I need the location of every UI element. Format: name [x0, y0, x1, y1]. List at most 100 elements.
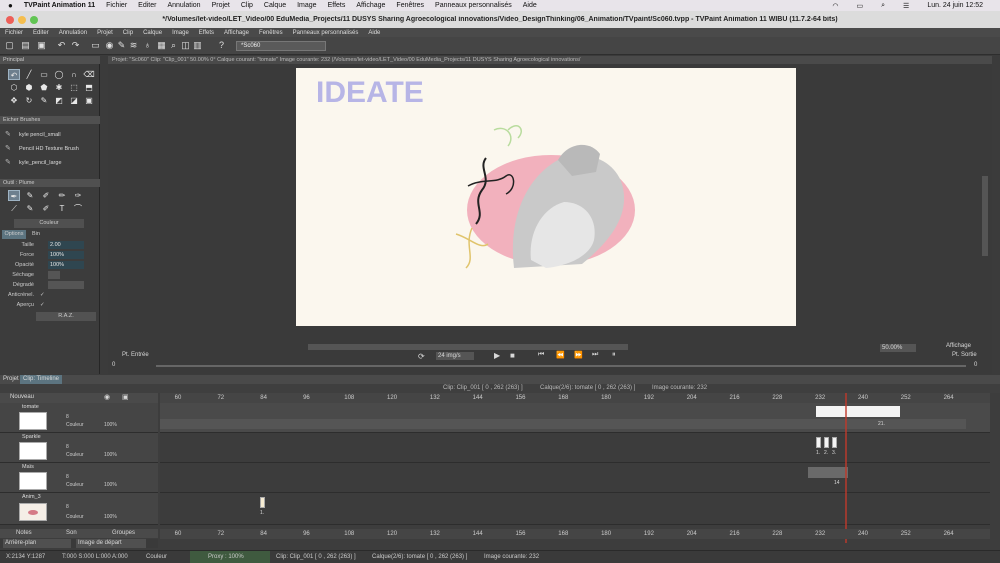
save-file-icon[interactable]: ▣: [36, 39, 47, 51]
frame-ruler-top[interactable]: 60 72 84 96 108 120 132 144 156 168 180 192 204 216 22…: [160, 393, 990, 403]
fill-tool-icon[interactable]: ◩: [53, 95, 65, 106]
app-menu-item[interactable]: Fenêtres: [259, 30, 283, 36]
mac-menu-item[interactable]: Panneaux personnalisés: [435, 2, 512, 9]
transform-tool-icon[interactable]: ⬒: [83, 82, 95, 93]
marker-tool-icon[interactable]: ✐: [40, 190, 52, 201]
zoom-field[interactable]: 50.00%: [880, 344, 916, 352]
brush-tool-icon[interactable]: ✑: [72, 190, 84, 201]
preview-check-icon[interactable]: ✓: [40, 301, 45, 310]
gradient-field[interactable]: [48, 281, 84, 289]
clock[interactable]: Lun. 24 juin 12:52: [927, 2, 983, 9]
text-frame-icon[interactable]: ▣: [83, 95, 95, 106]
layer-row[interactable]: Anim_3 8 Couleur 100%: [0, 493, 158, 525]
play-icon[interactable]: ▶: [494, 351, 500, 360]
shape-tool-icon[interactable]: ⬢: [23, 82, 35, 93]
mac-menu-item[interactable]: Image: [297, 2, 316, 9]
app-menu-item[interactable]: Affichage: [224, 30, 249, 36]
start-image-dropdown[interactable]: Image de départ: [76, 539, 146, 548]
polygon-tool-icon[interactable]: ⬟: [38, 82, 50, 93]
out-point-label[interactable]: Pt. Sortie: [952, 352, 977, 358]
app-menu-item[interactable]: Annulation: [59, 30, 87, 36]
sound-tab[interactable]: Son: [66, 529, 77, 538]
cube-tool-icon[interactable]: ⬡: [8, 82, 20, 93]
display-menu[interactable]: Affichage: [946, 343, 971, 349]
app-menu-item[interactable]: Image: [172, 30, 189, 36]
loop-icon[interactable]: ⟳: [418, 352, 425, 361]
star-tool-icon[interactable]: ✱: [53, 82, 65, 93]
notes-tab[interactable]: Notes: [16, 529, 32, 538]
help-icon[interactable]: ?: [216, 39, 227, 51]
mac-menu-item[interactable]: Calque: [264, 2, 286, 9]
dropper-tool-icon[interactable]: ✎: [38, 95, 50, 106]
app-menu-item[interactable]: Editer: [33, 30, 49, 36]
opacity-field[interactable]: 100%: [48, 261, 84, 269]
layer-name[interactable]: Maïs: [22, 464, 34, 470]
mac-menu-item[interactable]: Annulation: [167, 2, 200, 9]
exposure-frame[interactable]: [260, 497, 265, 508]
ellipse-tool-icon[interactable]: ◯: [53, 69, 65, 80]
warp-tool-icon[interactable]: ◪: [68, 95, 80, 106]
selection-tool-icon[interactable]: ⬚: [68, 82, 80, 93]
close-window-button[interactable]: [6, 16, 14, 24]
playhead[interactable]: [845, 393, 847, 543]
exposure-frame[interactable]: [832, 437, 837, 448]
split-icon[interactable]: ◫: [180, 39, 191, 51]
knife-tool-icon[interactable]: ⟋: [8, 203, 20, 214]
brush-preset[interactable]: ✎ kyle_pencil_large: [3, 156, 97, 170]
text-tool-icon[interactable]: T: [56, 203, 68, 214]
control-center-icon[interactable]: ☰: [903, 2, 909, 10]
layer-track[interactable]: 21.: [160, 403, 990, 433]
search-icon[interactable]: ⌕: [881, 2, 885, 10]
drying-toggle[interactable]: [48, 271, 60, 279]
options-tab[interactable]: Options: [2, 230, 26, 239]
undo-icon[interactable]: ↶: [56, 39, 67, 51]
layer-track[interactable]: 14: [160, 463, 990, 493]
apple-icon[interactable]: ●: [8, 1, 13, 10]
app-menu-item[interactable]: Panneaux personnalisés: [293, 30, 359, 36]
color-wheel-icon[interactable]: ◉: [104, 39, 115, 51]
app-menu-item[interactable]: Effets: [199, 30, 214, 36]
last-frame-icon[interactable]: ⏭: [592, 351, 598, 359]
force-field[interactable]: 100%: [48, 251, 84, 259]
mac-menu-item[interactable]: Editer: [138, 2, 156, 9]
mac-menu-item[interactable]: Fichier: [106, 2, 127, 9]
layer-opacity[interactable]: 100%: [104, 422, 117, 428]
redo-icon[interactable]: ↷: [70, 39, 81, 51]
layers-icon[interactable]: ≋: [128, 39, 139, 51]
selected-frames[interactable]: [816, 406, 900, 417]
layer-opacity[interactable]: 100%: [104, 514, 117, 520]
lock-icon[interactable]: ▣: [122, 393, 129, 401]
layer-mode[interactable]: Couleur: [66, 422, 84, 428]
new-file-icon[interactable]: ▢: [4, 39, 15, 51]
battery-icon[interactable]: ▭: [857, 2, 864, 10]
app-menu-item[interactable]: Fichier: [5, 30, 23, 36]
warp-brush-icon[interactable]: ⌒: [72, 203, 84, 214]
app-menu-item[interactable]: Clip: [123, 30, 133, 36]
pen-tool-icon[interactable]: ✒: [8, 190, 20, 201]
open-file-icon[interactable]: ▤: [20, 39, 31, 51]
mac-menu-item[interactable]: Effets: [328, 2, 346, 9]
tab-clip-timeline[interactable]: Clip: Timeline: [20, 375, 63, 384]
freehand-tool-icon[interactable]: ↶: [8, 69, 20, 80]
stamp-tool-icon[interactable]: ✎: [24, 203, 36, 214]
fps-selector[interactable]: 24 img/s: [436, 352, 474, 360]
bin-tab[interactable]: Bin: [28, 230, 44, 239]
proxy-status[interactable]: Proxy : 100%: [190, 551, 270, 563]
layer-mode[interactable]: Couleur: [66, 452, 84, 458]
camera-icon[interactable]: ▭: [90, 39, 101, 51]
layer-mode[interactable]: Couleur: [66, 514, 84, 520]
move-tool-icon[interactable]: ✥: [8, 95, 20, 106]
mac-menu-item[interactable]: Clip: [241, 2, 253, 9]
brush-preset[interactable]: ✎ Pencil HD Texture Brush: [3, 142, 97, 156]
zoom-window-button[interactable]: [30, 16, 38, 24]
pencil-tool-icon[interactable]: ✎: [24, 190, 36, 201]
color-tab[interactable]: Couleur: [14, 219, 84, 228]
mac-menu-item[interactable]: Aide: [523, 2, 537, 9]
mac-menu-item[interactable]: Projet: [212, 2, 230, 9]
arc-tool-icon[interactable]: ∩: [68, 69, 80, 80]
lasso-icon[interactable]: ↻: [23, 95, 35, 106]
tab-projet[interactable]: Projet: [3, 375, 19, 384]
line-tool-icon[interactable]: ╱: [23, 69, 35, 80]
app-menu-item[interactable]: Projet: [97, 30, 113, 36]
light-icon[interactable]: ♁: [142, 39, 153, 51]
